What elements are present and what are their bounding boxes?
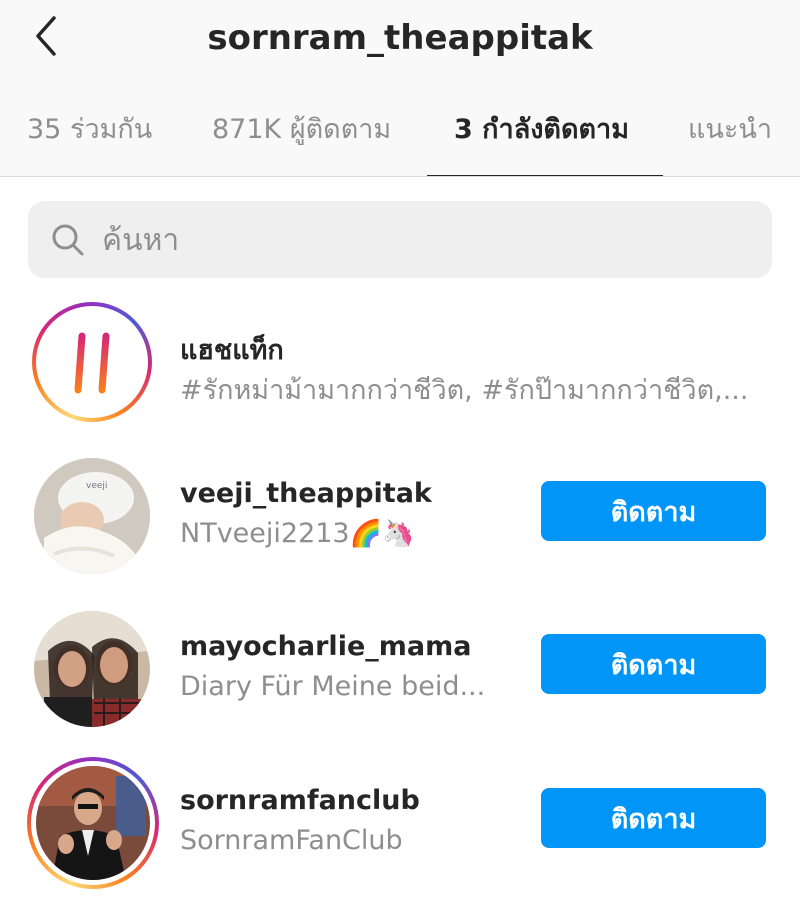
tab-suggested[interactable]: แนะนำ — [688, 104, 772, 176]
hashtag-avatar — [32, 302, 152, 422]
username: veeji_theappitak — [180, 478, 432, 509]
header-divider — [0, 176, 800, 177]
user-bio: Diary Für Meine beid... — [180, 671, 486, 702]
user-bio: SornramFanClub — [180, 825, 403, 856]
baby-photo: veeji — [34, 458, 150, 574]
tab-bar: 35 ร่วมกัน 871K ผู้ติดตาม 3 กำลังติดตาม … — [0, 104, 800, 176]
search-icon — [52, 224, 84, 256]
story-ring[interactable] — [27, 757, 159, 889]
list-item-mayocharlie[interactable]: mayocharlie_mama Diary Für Meine beid...… — [0, 609, 800, 733]
tab-following[interactable]: 3 กำลังติดตาม — [454, 104, 629, 176]
two-women-photo — [34, 611, 150, 727]
hashtags-title: แฮชแท็ก — [180, 335, 284, 366]
follow-button[interactable]: ติดตาม — [541, 481, 766, 541]
list-item-hashtags[interactable]: แฮชแท็ก #รักหม่าม้ามากกว่าชีวิต, #รักป๊า… — [0, 302, 800, 426]
performer-photo — [36, 766, 150, 880]
username: mayocharlie_mama — [180, 631, 472, 662]
rainbow-unicorn-emoji: 🌈🦄 — [349, 519, 415, 549]
hashtags-list: #รักหม่าม้ามากกว่าชีวิต, #รักป๊ามากกว่าช… — [180, 375, 749, 406]
user-bio: NTveeji2213🌈🦄 — [180, 518, 415, 549]
search-input[interactable] — [100, 213, 744, 267]
avatar[interactable]: veeji — [32, 456, 152, 576]
hashtag-icon — [63, 332, 120, 394]
avatar[interactable] — [32, 609, 152, 729]
svg-text:veeji: veeji — [86, 481, 107, 491]
page-title: sornram_theappitak — [207, 18, 593, 58]
follow-button[interactable]: ติดตาม — [541, 788, 766, 848]
list-item-sornramfanclub[interactable]: sornramfanclub SornramFanClub ติดตาม — [0, 757, 800, 889]
tab-mutual[interactable]: 35 ร่วมกัน — [27, 104, 152, 176]
username: sornramfanclub — [180, 785, 420, 816]
tab-followers[interactable]: 871K ผู้ติดตาม — [212, 104, 391, 176]
top-header: sornram_theappitak 35 ร่วมกัน 871K ผู้ติ… — [0, 0, 800, 176]
search-bar[interactable] — [28, 201, 772, 278]
list-item-veeji[interactable]: veeji veeji_theappitak NTveeji2213🌈🦄 ติด… — [0, 456, 800, 580]
follow-button[interactable]: ติดตาม — [541, 634, 766, 694]
